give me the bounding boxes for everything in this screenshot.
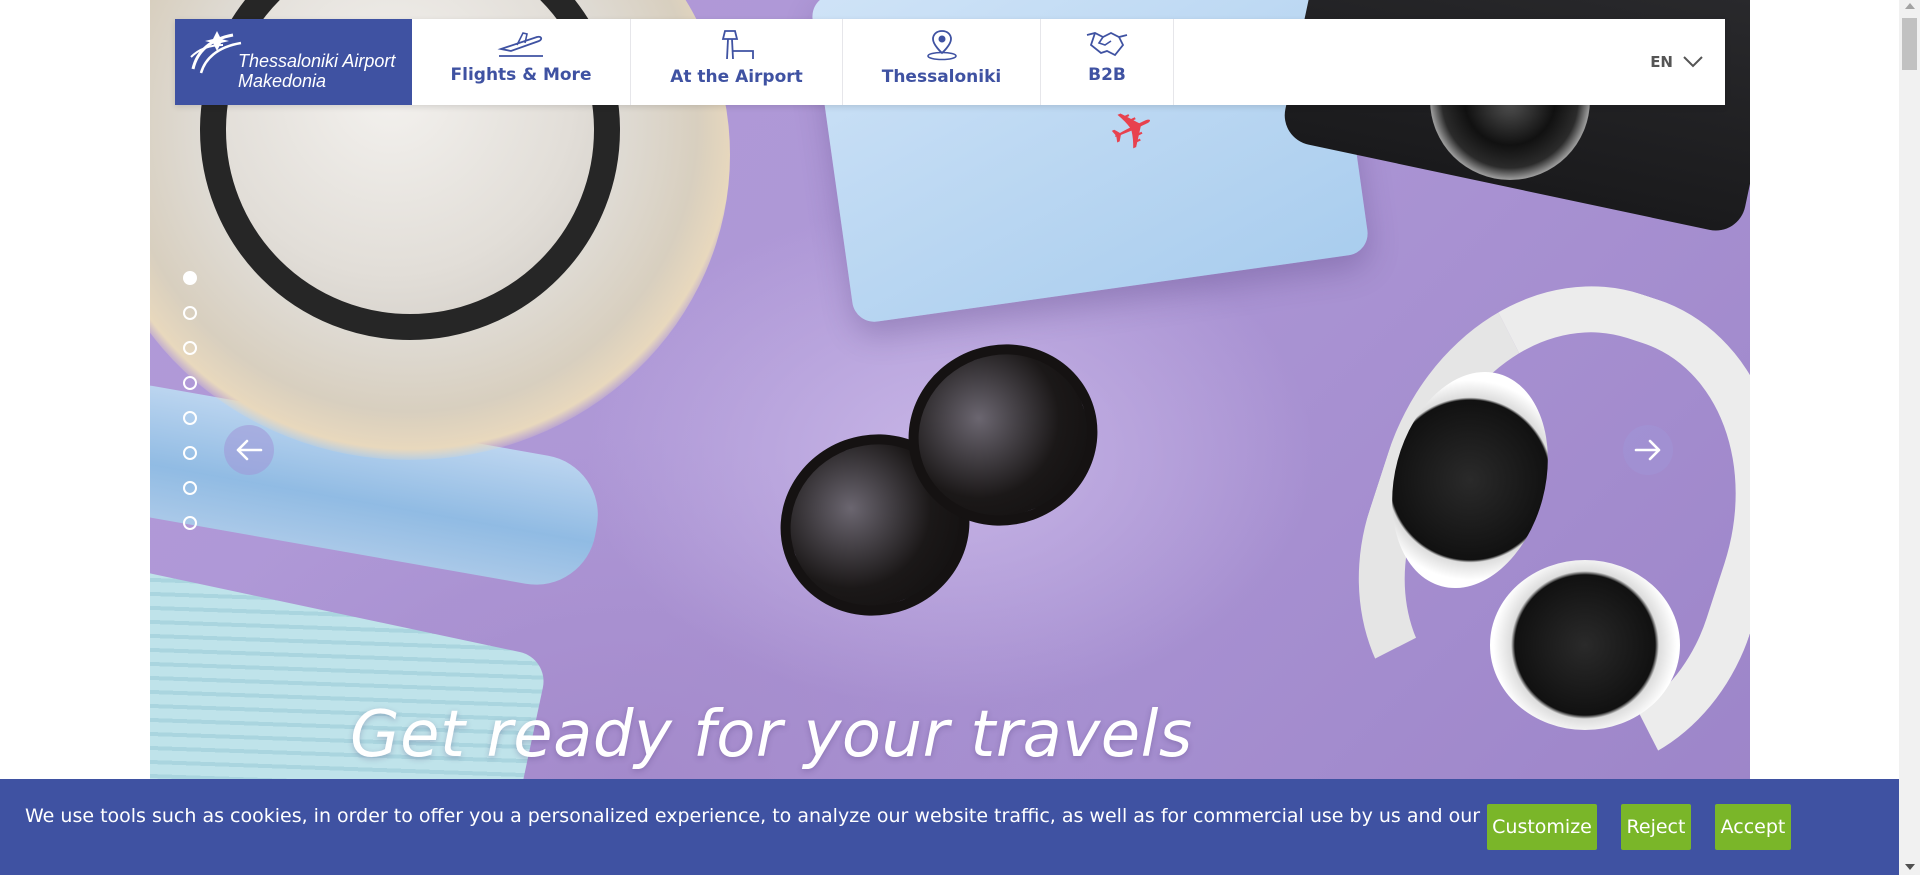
slide-dot[interactable] xyxy=(183,341,197,355)
slide-dot[interactable] xyxy=(183,411,197,425)
airplane-takeoff-icon xyxy=(497,32,543,57)
cookie-customize-button[interactable]: Customize xyxy=(1487,804,1597,850)
arrow-left-icon xyxy=(236,439,263,461)
logo-line-1: Thessaloniki Airport xyxy=(238,51,396,71)
logo-line-2: Makedonia xyxy=(238,71,327,91)
nav-at-the-airport[interactable]: At the Airport xyxy=(631,19,843,105)
nav-label-airport: At the Airport xyxy=(670,67,803,87)
nav-flights-more[interactable]: Flights & More xyxy=(412,19,631,105)
nav-label-b2b: B2B xyxy=(1088,65,1126,85)
slide-dot[interactable] xyxy=(183,516,197,530)
control-tower-icon xyxy=(721,30,754,60)
main-navigation: Thessaloniki Airport Makedonia Flights &… xyxy=(175,19,1725,105)
language-selector[interactable]: EN xyxy=(1650,19,1725,105)
scrollbar-thumb[interactable] xyxy=(1902,18,1917,70)
slide-dot[interactable] xyxy=(183,376,197,390)
cookie-accept-button[interactable]: Accept xyxy=(1715,804,1791,850)
nav-thessaloniki[interactable]: Thessaloniki xyxy=(843,19,1041,105)
slide-dot[interactable] xyxy=(183,271,197,285)
logo-wordmark: Thessaloniki Airport Makedonia xyxy=(238,51,395,91)
scroll-down-arrow-icon[interactable] xyxy=(1905,864,1915,870)
chevron-down-icon xyxy=(1683,56,1703,68)
page-scrollbar[interactable] xyxy=(1899,0,1920,875)
nav-label-thessaloniki: Thessaloniki xyxy=(881,67,1002,87)
hero-headline: Get ready for your travels xyxy=(350,698,1193,772)
hero-photo-earcup-bottom xyxy=(1490,560,1680,730)
handshake-icon xyxy=(1086,31,1128,57)
slide-dot[interactable] xyxy=(183,481,197,495)
airport-logo[interactable]: Thessaloniki Airport Makedonia xyxy=(175,19,412,105)
nav-b2b[interactable]: B2B xyxy=(1041,19,1174,105)
language-value: EN xyxy=(1650,53,1673,71)
slide-dot[interactable] xyxy=(183,446,197,460)
cookie-banner xyxy=(0,779,1899,875)
cookie-reject-button[interactable]: Reject xyxy=(1621,804,1691,850)
map-pin-icon xyxy=(926,30,957,61)
cookie-message: We use tools such as cookies, in order t… xyxy=(25,805,1573,827)
arrow-right-icon xyxy=(1634,439,1661,461)
previous-slide-button[interactable] xyxy=(224,425,274,475)
scroll-up-arrow-icon[interactable] xyxy=(1905,3,1915,9)
next-slide-button[interactable] xyxy=(1623,425,1673,475)
slide-dot[interactable] xyxy=(183,306,197,320)
slide-indicators xyxy=(183,271,197,551)
nav-label-flights: Flights & More xyxy=(450,65,592,85)
